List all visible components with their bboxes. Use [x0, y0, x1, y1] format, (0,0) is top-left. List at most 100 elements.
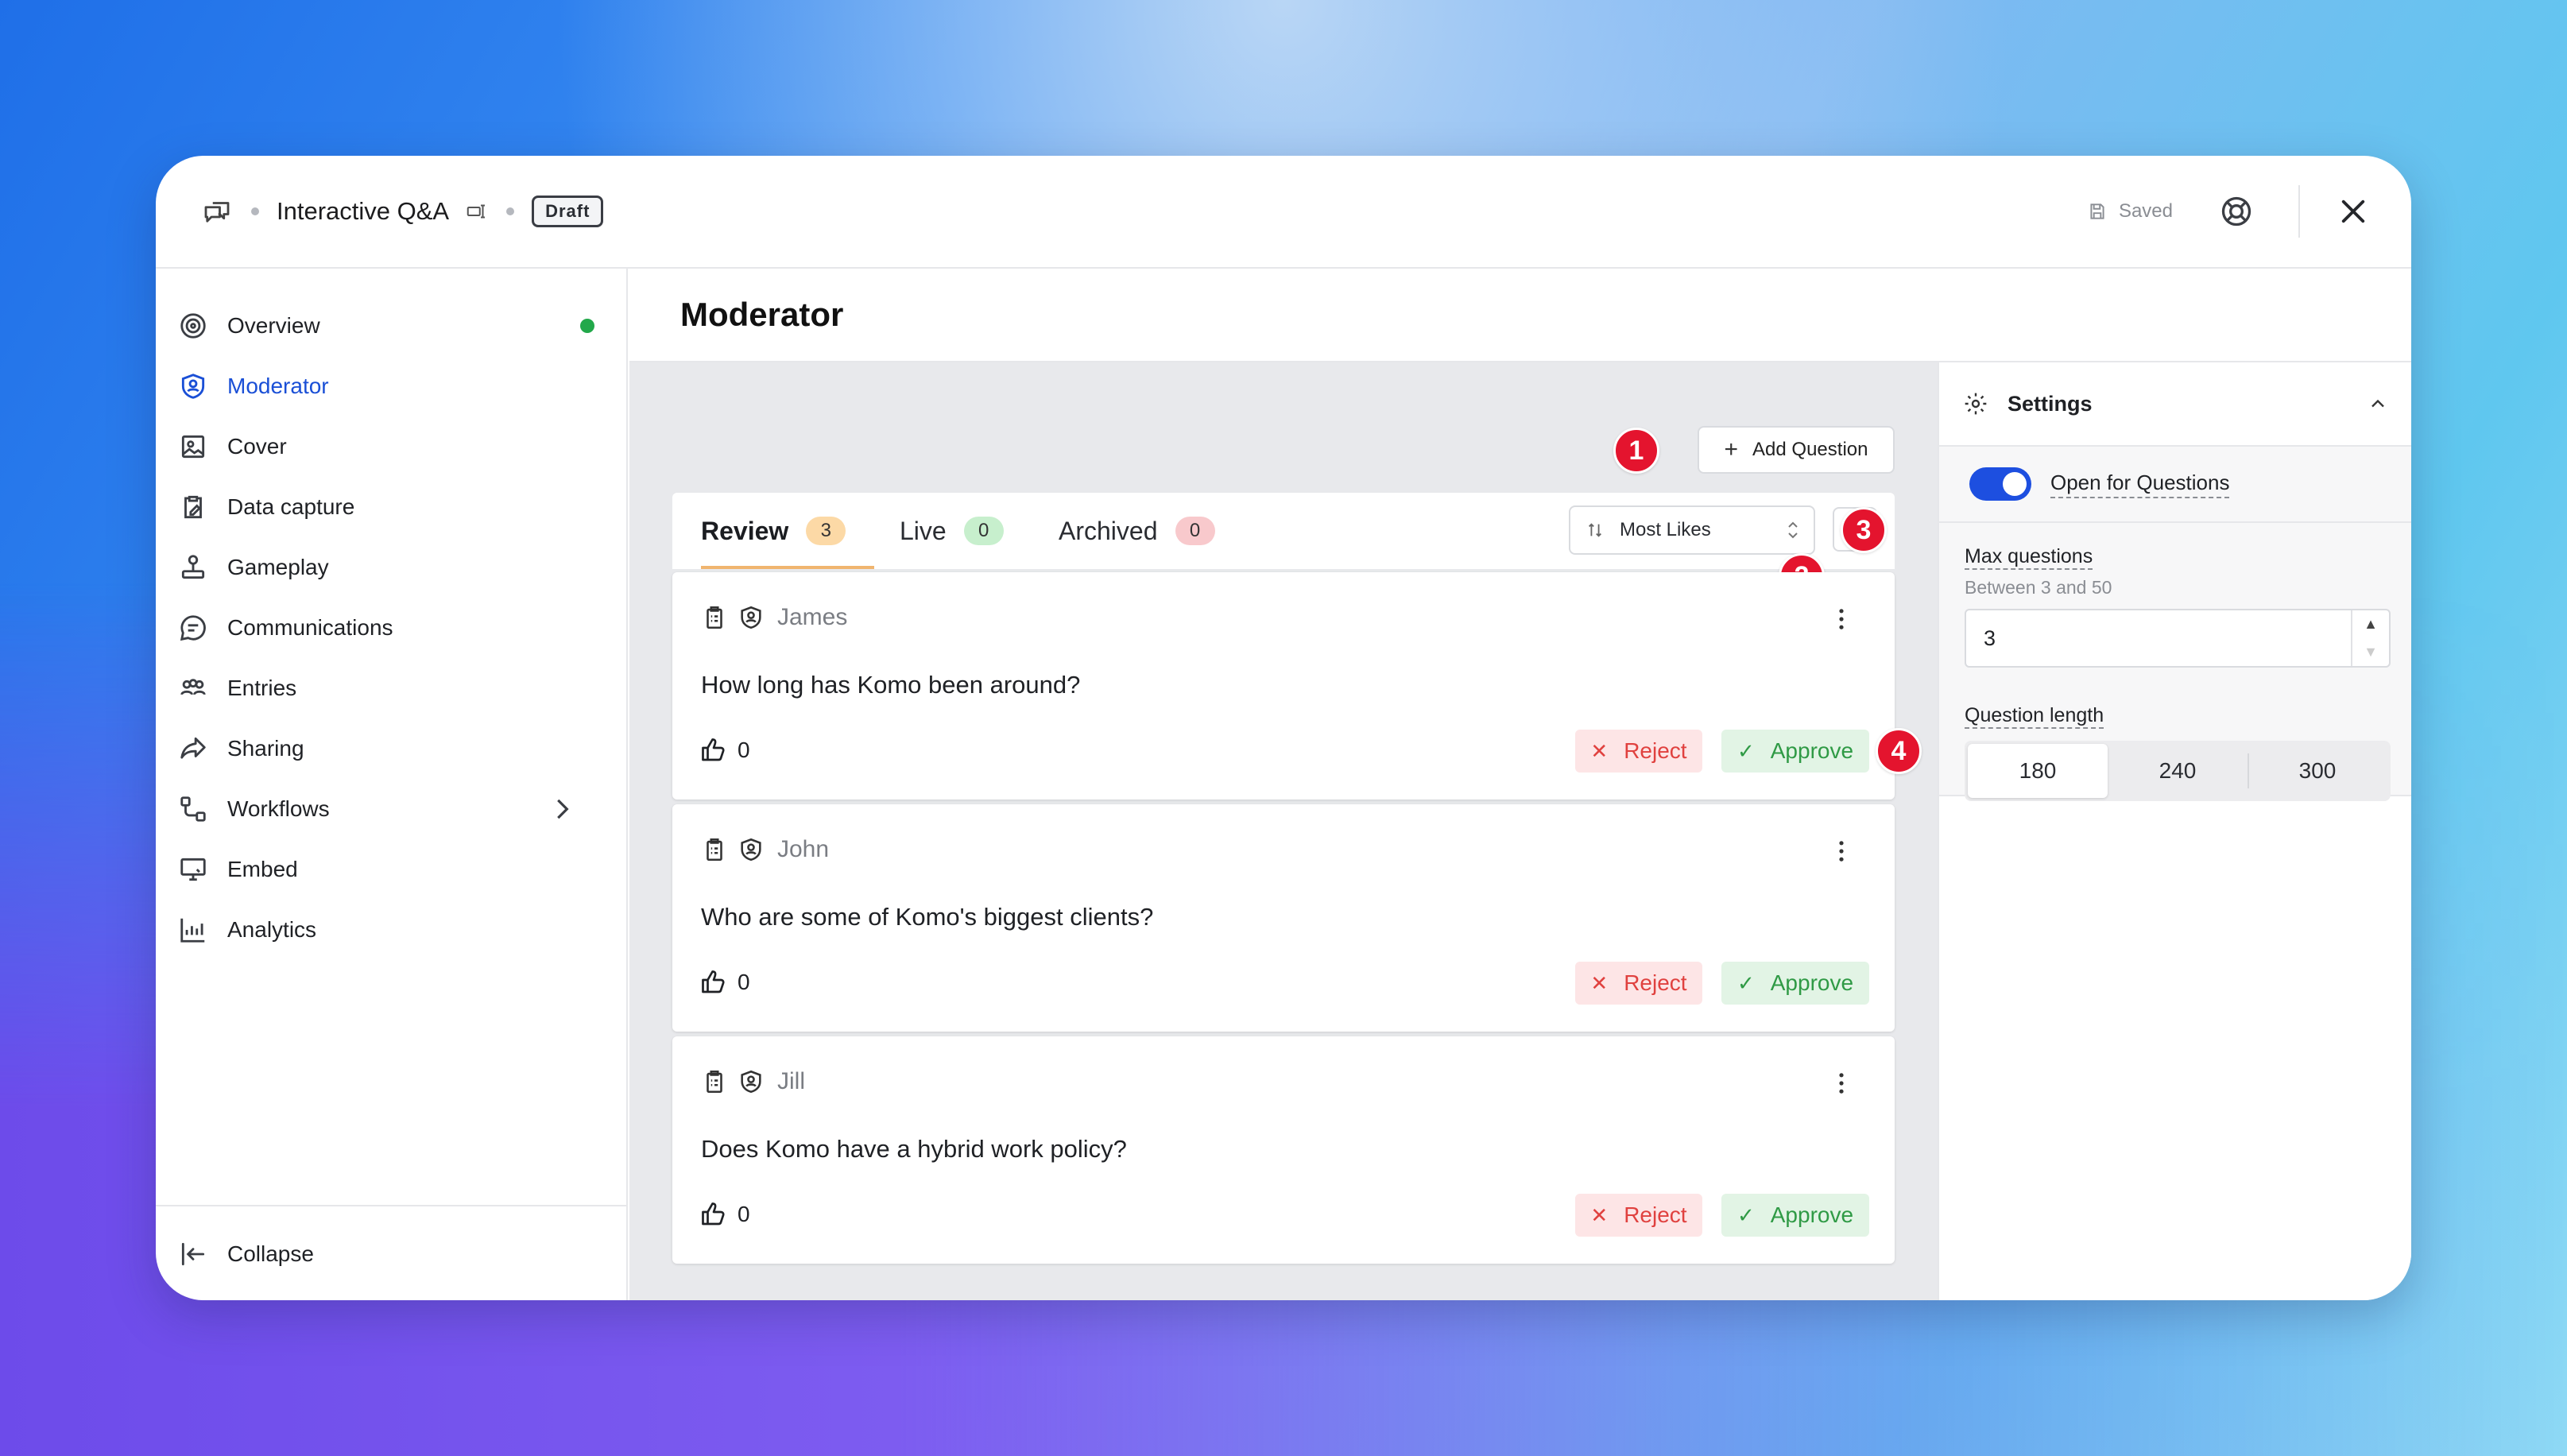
question-author: Jill: [777, 1068, 805, 1094]
sidebar-item-sharing[interactable]: Sharing: [178, 725, 604, 773]
reject-label: Reject: [1624, 970, 1687, 995]
approve-label: Approve: [1770, 738, 1854, 763]
more-options-icon[interactable]: [1829, 838, 1853, 865]
sort-selected-label: Most Likes: [1620, 519, 1711, 540]
sidebar-item-moderator[interactable]: Moderator: [178, 362, 604, 410]
help-lifebuoy-icon[interactable]: [2219, 194, 2254, 229]
sidebar-item-label: Moderator: [227, 374, 329, 398]
status-dot: [580, 319, 594, 333]
sidebar: Overview Moderator Cover Data capture Ga…: [156, 269, 628, 1300]
open-for-questions-toggle[interactable]: [1969, 467, 2031, 501]
question-card: John Who are some of Komo's biggest clie…: [672, 804, 1895, 1032]
tab-review[interactable]: Review 3: [701, 493, 875, 569]
reject-button[interactable]: ✕ Reject: [1575, 1194, 1702, 1237]
collapse-label: Collapse: [227, 1241, 314, 1266]
more-options-icon[interactable]: [1829, 606, 1853, 633]
check-icon: ✓: [1736, 970, 1755, 995]
approve-button[interactable]: ✓ Approve: [1721, 730, 1869, 773]
thumbs-up-icon: [702, 970, 725, 993]
sidebar-item-label: Entries: [227, 676, 297, 700]
approve-button[interactable]: ✓ Approve: [1721, 1194, 1869, 1237]
shield-user-icon: [741, 838, 761, 862]
reject-button[interactable]: ✕ Reject: [1575, 730, 1702, 773]
more-options-icon[interactable]: [1829, 1070, 1853, 1097]
sidebar-item-data-capture[interactable]: Data capture: [178, 483, 604, 531]
sidebar-item-analytics[interactable]: Analytics: [178, 906, 604, 954]
max-questions-input[interactable]: 3 ▲ ▼: [1965, 609, 2391, 668]
open-for-questions-row: Open for Questions: [1939, 447, 2411, 523]
sidebar-item-gameplay[interactable]: Gameplay: [178, 544, 604, 591]
check-icon: ✓: [1736, 1202, 1755, 1227]
sidebar-item-label: Workflows: [227, 796, 330, 821]
top-bar: Interactive Q&A Draft Saved: [156, 156, 2411, 269]
collapse-arrow-icon: [181, 1242, 205, 1266]
number-stepper: ▲ ▼: [2351, 610, 2389, 666]
question-author: John: [777, 836, 830, 862]
chevron-updown-icon: [1788, 521, 1798, 539]
question-length-option[interactable]: 240: [2108, 744, 2248, 798]
sidebar-item-label: Communications: [227, 615, 393, 640]
clipboard-icon: [707, 838, 722, 862]
collapse-button[interactable]: Collapse: [178, 1230, 604, 1278]
like-count-value: 0: [738, 1202, 750, 1226]
tab-archived[interactable]: Archived 0: [1059, 493, 1215, 569]
sidebar-item-workflows[interactable]: Workflows: [178, 785, 604, 833]
sidebar-item-label: Embed: [227, 857, 298, 881]
thumbs-up-icon: [702, 1202, 725, 1226]
settings-title: Settings: [2008, 391, 2093, 416]
stepper-up-icon[interactable]: ▲: [2352, 610, 2389, 638]
gear-icon: [1965, 393, 1987, 415]
settings-header[interactable]: Settings: [1939, 362, 2411, 447]
settings-panel: Settings Open for Questions Max question…: [1938, 362, 2411, 1300]
rename-icon[interactable]: [465, 199, 489, 223]
sidebar-item-label: Sharing: [227, 736, 304, 761]
sidebar-footer: Collapse: [156, 1205, 626, 1300]
x-icon: ✕: [1590, 738, 1609, 763]
check-icon: ✓: [1736, 738, 1755, 763]
question-card: James How long has Komo been around? 0 ✕…: [672, 572, 1895, 800]
tab-label: Live: [900, 516, 947, 545]
reject-label: Reject: [1624, 738, 1687, 763]
callout-marker-3: 3: [1841, 507, 1887, 553]
question-length-option[interactable]: 300: [2248, 744, 2387, 798]
plus-icon: +: [1724, 436, 1739, 463]
separator-dot: [506, 207, 515, 215]
tab-live[interactable]: Live 0: [900, 493, 1004, 569]
shield-user-icon: [741, 1070, 761, 1094]
sidebar-item-entries[interactable]: Entries: [178, 664, 604, 712]
thumbs-up-icon: [702, 738, 725, 761]
like-count[interactable]: 0: [699, 1200, 750, 1229]
clipboard-edit-icon: [184, 495, 202, 519]
sidebar-item-communications[interactable]: Communications: [178, 604, 604, 652]
sidebar-item-label: Cover: [227, 434, 287, 459]
like-count[interactable]: 0: [699, 968, 750, 997]
approve-label: Approve: [1770, 970, 1854, 995]
sidebar-item-cover[interactable]: Cover: [178, 423, 604, 470]
sidebar-item-embed[interactable]: Embed: [178, 846, 604, 893]
sidebar-item-overview[interactable]: Overview: [178, 302, 604, 350]
reject-label: Reject: [1624, 1202, 1687, 1227]
shield-user-icon: [741, 606, 761, 629]
monitor-icon: [180, 858, 206, 881]
approve-label: Approve: [1770, 1202, 1854, 1227]
clipboard-icon: [707, 1070, 722, 1094]
approve-button[interactable]: ✓ Approve: [1721, 962, 1869, 1005]
stepper-down-icon[interactable]: ▼: [2352, 638, 2389, 666]
question-length-segmented-control: 180 240 300: [1965, 741, 2391, 801]
like-count[interactable]: 0: [699, 736, 750, 765]
close-icon[interactable]: [2337, 195, 2370, 228]
question-length-label: Question length: [1965, 704, 2104, 729]
chart-icon: [180, 918, 205, 943]
separator-dot: [251, 207, 259, 215]
question-length-option[interactable]: 180: [1968, 744, 2108, 798]
save-icon: [2090, 203, 2104, 219]
page-title: Moderator: [680, 296, 844, 333]
target-icon: [180, 313, 206, 339]
sort-select[interactable]: Most Likes: [1569, 505, 1815, 555]
add-question-button[interactable]: + Add Question: [1698, 426, 1895, 474]
reject-button[interactable]: ✕ Reject: [1575, 962, 1702, 1005]
sort-icon: [1589, 523, 1601, 537]
shield-user-icon: [181, 374, 205, 399]
question-text: Does Komo have a hybrid work policy?: [701, 1135, 1127, 1163]
max-questions-hint: Between 3 and 50: [1965, 577, 2112, 598]
